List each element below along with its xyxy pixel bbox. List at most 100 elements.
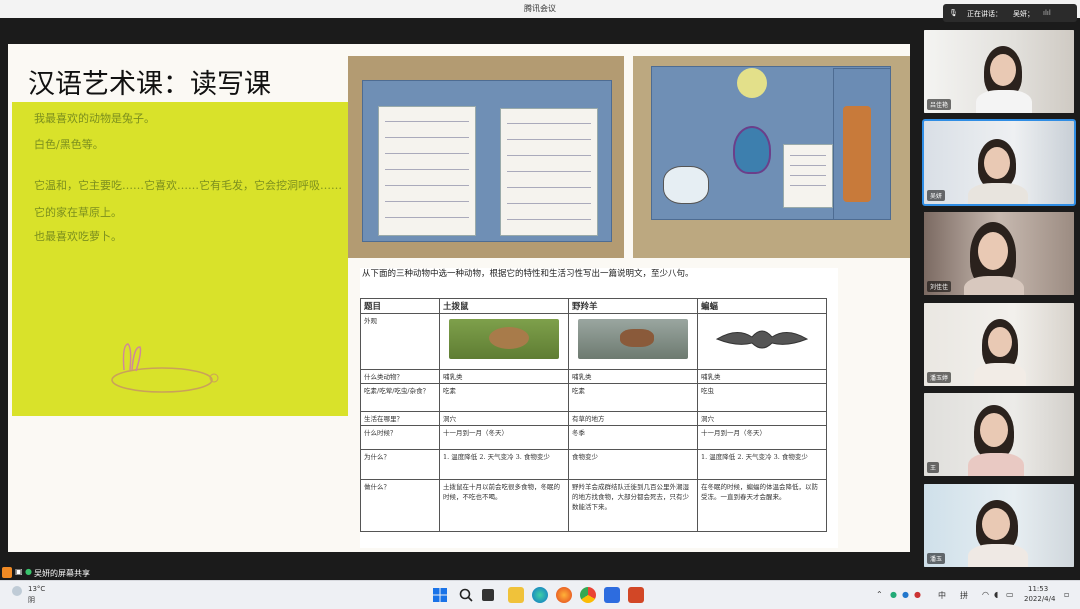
mic-icon: ● (25, 567, 32, 576)
table-cell: 十一月到一月（冬天） (439, 425, 569, 450)
row-label: 做什么？ (360, 479, 440, 532)
participant-name: 吴妍 (927, 190, 946, 201)
row-label: 生活在哪里？ (360, 411, 440, 426)
video-tile[interactable]: 吕佳艳 (924, 30, 1074, 113)
table-cell: 冬季 (568, 425, 698, 450)
notification-icon[interactable]: ▫ (1064, 590, 1069, 599)
table-row: 生活在哪里？ 洞穴 有草的地方 洞穴 (360, 411, 827, 426)
moon-drawing (737, 68, 767, 98)
animal-photo-antelope (568, 313, 698, 370)
taskbar: 13°C 阴 ⌃ ● ● ● 中 拼 ◠ ◖ ▭ 11:53 2022/4/4 … (0, 580, 1080, 609)
tencent-meeting-icon[interactable] (604, 587, 620, 603)
ime-mode[interactable]: 拼 (960, 590, 968, 601)
row-label: 外观 (360, 313, 440, 370)
speaking-label: 正在讲话： (967, 10, 1002, 18)
battery-icon[interactable]: ▭ (1006, 590, 1014, 599)
handwriting-line: 我最喜欢的动物是兔子。 (34, 112, 155, 125)
participant-name: 刘佳佳 (927, 281, 952, 292)
video-tile-active[interactable]: 吴妍 (922, 119, 1076, 206)
table-cell: 野羚羊会成群结队迁徙到几百公里外潮湿的地方找食物，大部分都会死去，只有少数能活下… (568, 479, 698, 532)
table-cell: 吃虫 (697, 383, 827, 412)
weather-desc: 阴 (28, 596, 35, 604)
monitor-icon: ▣ (15, 567, 23, 576)
animal-photo-marmot (439, 313, 569, 370)
handwriting-panel: 我最喜欢的动物是兔子。 白色/黑色等。 它温和，它主要吃……它喜欢……它有毛发，… (12, 102, 348, 416)
edge-icon[interactable] (532, 587, 548, 603)
table-row: 什么类动物？ 哺乳类 哺乳类 哺乳类 (360, 369, 827, 384)
participant-name: 吕佳艳 (927, 99, 952, 110)
row-label: 什么类动物？ (360, 369, 440, 384)
table-row: 为什么？ 1. 温度降低 2. 天气变冷 3. 食物变少 食物变少 1. 温度降… (360, 449, 827, 480)
handwriting-line: 也最喜欢吃萝卜。 (34, 230, 122, 243)
table-header: 蝙蝠 (697, 298, 827, 314)
row-label: 为什么？ (360, 449, 440, 480)
tray-app-icon[interactable]: ● (902, 590, 909, 599)
table-cell: 十一月到一月（冬天） (697, 425, 827, 450)
weather-cloud-icon (12, 586, 22, 596)
table-header: 野羚羊 (568, 298, 698, 314)
table-header: 题目 (360, 298, 440, 314)
lapbook-page (378, 106, 476, 236)
wifi-icon[interactable]: ◠ (982, 590, 989, 599)
speaking-indicator: 🎙 正在讲话： 吴妍； ılıl (943, 4, 1077, 22)
animal-drawing-bat (697, 313, 827, 370)
table-cell: 土拨鼠在十月以前会吃很多食物，冬眠的时候，不吃也不喝。 (439, 479, 569, 532)
handwriting-line: 白色/黑色等。 (34, 138, 104, 151)
clock-time[interactable]: 11:53 (1028, 585, 1048, 593)
video-tile[interactable]: 潘玉 (924, 484, 1074, 567)
lapbook-page (783, 144, 833, 208)
video-tile[interactable]: 刘佳佳 (924, 212, 1074, 295)
table-row: 什么时候？ 十一月到一月（冬天） 冬季 十一月到一月（冬天） (360, 425, 827, 450)
participant-name: 潘玉婷 (927, 372, 952, 383)
table-cell: 吃素 (568, 383, 698, 412)
tray-app-icon[interactable]: ● (914, 590, 921, 599)
tray-overflow-icon[interactable]: ⌃ (876, 590, 883, 599)
clock-date[interactable]: 2022/4/4 (1024, 595, 1055, 603)
window-title: 腾讯会议 (524, 4, 556, 13)
tray-app-icon[interactable]: ● (890, 590, 897, 599)
table-row: 吃素/吃荤/吃虫/杂食？ 吃素 吃素 吃虫 (360, 383, 827, 412)
worksheet-table: 题目 土拨鼠 野羚羊 蝙蝠 外观 什么类动物？ 哺乳类 哺乳类 哺乳类 吃素/吃… (360, 298, 827, 532)
table-cell: 1. 温度降低 2. 天气变冷 3. 食物变少 (697, 449, 827, 480)
task-view-icon[interactable] (482, 589, 494, 601)
participant-name: 王 (927, 462, 940, 473)
table-row: 做什么？ 土拨鼠在十月以前会吃很多食物，冬眠的时候，不吃也不喝。 野羚羊会成群结… (360, 479, 827, 532)
ime-language[interactable]: 中 (938, 590, 946, 601)
slide-title: 汉语艺术课：读写课 (28, 69, 271, 100)
share-label: 吴妍的屏幕共享 (34, 569, 90, 578)
worksheet: 从下面的三种动物中选一种动物，根据它的特性和生活习性写出一篇说明文，至少八句。 … (360, 268, 838, 548)
worksheet-instruction: 从下面的三种动物中选一种动物，根据它的特性和生活习性写出一篇说明文，至少八句。 (362, 269, 694, 279)
mic-icon: 🎙 (949, 9, 958, 17)
bear-drawing (663, 166, 709, 204)
row-label: 吃素/吃荤/吃虫/杂食？ (360, 383, 440, 412)
file-explorer-icon[interactable] (508, 587, 524, 603)
handwriting-line: 它的家在草原上。 (34, 206, 122, 219)
row-label: 什么时候？ (360, 425, 440, 450)
giraffe-drawing (843, 106, 871, 202)
video-tile[interactable]: 潘玉婷 (924, 303, 1074, 386)
volume-icon[interactable]: ◖ (994, 590, 998, 599)
table-cell: 食物变少 (568, 449, 698, 480)
video-tile[interactable]: 王 (924, 393, 1074, 476)
table-cell: 1. 温度降低 2. 天气变冷 3. 食物变少 (439, 449, 569, 480)
rabbit-drawing (111, 343, 219, 393)
handwriting-line: 它温和，它主要吃……它喜欢……它有毛发，它会挖洞呼吸…… (34, 179, 342, 192)
screen-share-bar: ▣ ● 吴妍的屏幕共享 (0, 566, 300, 580)
table-cell: 哺乳类 (439, 369, 569, 384)
table-cell: 吃素 (439, 383, 569, 412)
windows-start-icon[interactable] (432, 587, 448, 603)
weather-temp: 13°C (28, 585, 46, 593)
search-icon[interactable] (458, 587, 474, 603)
participant-name: 潘玉 (927, 553, 946, 564)
shared-screen: 汉语艺术课：读写课 我最喜欢的动物是兔子。 白色/黑色等。 它温和，它主要吃……… (8, 44, 910, 552)
table-row: 外观 (360, 313, 827, 370)
firefox-icon[interactable] (556, 587, 572, 603)
window-titlebar: 腾讯会议 –□× (0, 0, 1080, 18)
table-header: 土拨鼠 (439, 298, 569, 314)
powerpoint-icon[interactable] (628, 587, 644, 603)
lapbook-page (500, 108, 598, 236)
table-cell: 哺乳类 (568, 369, 698, 384)
table-cell: 洞穴 (439, 411, 569, 426)
owl-drawing (733, 126, 771, 174)
chrome-icon[interactable] (580, 587, 596, 603)
